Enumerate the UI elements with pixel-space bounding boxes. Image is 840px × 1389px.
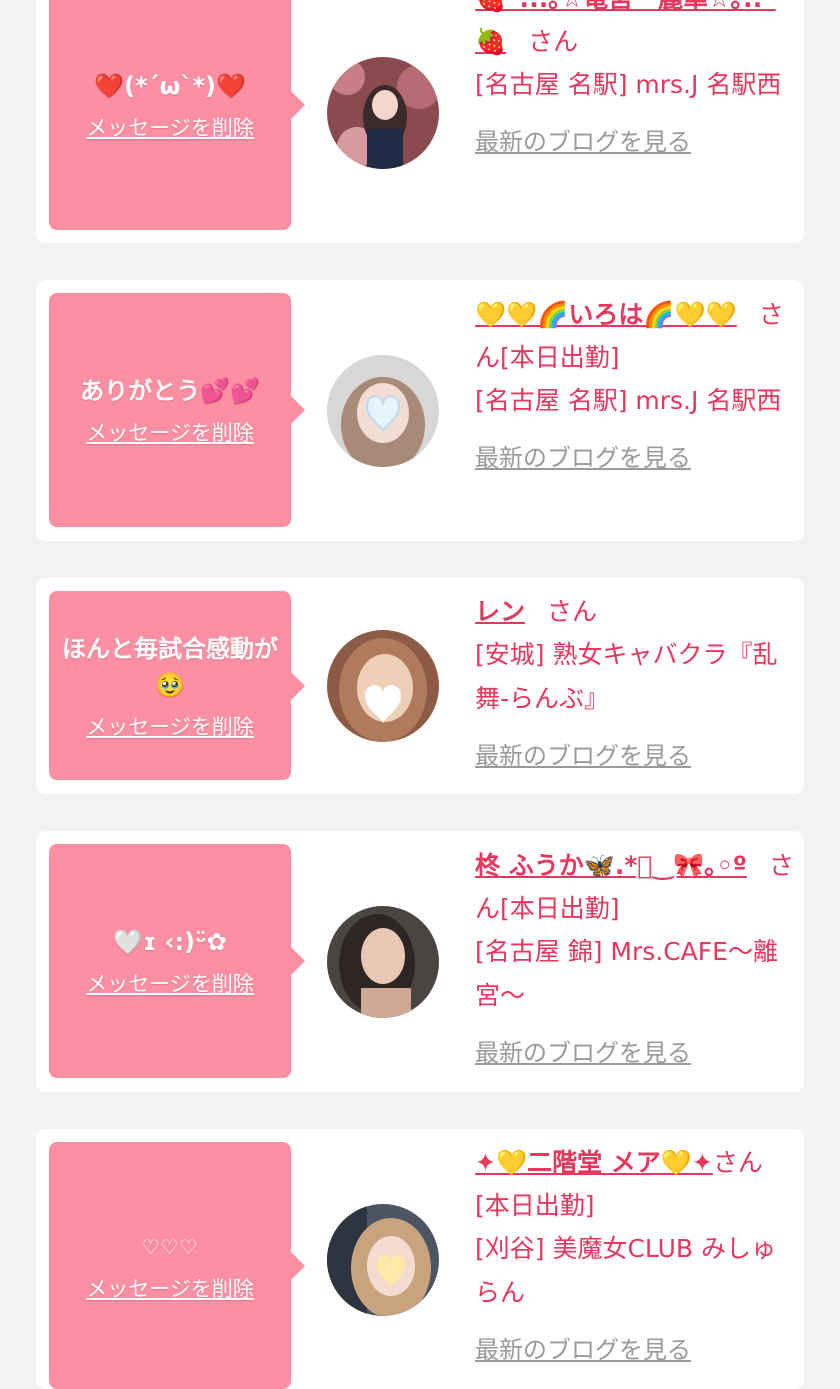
- message-card: ♡♡♡ メッセージを削除 ✦💛二階堂 メア💛✦さん [本日出勤] [刈谷] 美魔女…: [36, 1129, 804, 1389]
- working-today-badge: [本日出勤]: [475, 1191, 595, 1220]
- avatar[interactable]: [327, 355, 439, 467]
- message-text: ありがとう💕💕: [80, 377, 260, 405]
- honorific: さん: [528, 27, 579, 56]
- cast-info: ✦💛二階堂 メア💛✦さん [本日出勤] [刈谷] 美魔女CLUB みしゅらん 最新…: [475, 1141, 797, 1372]
- avatar[interactable]: [327, 57, 439, 169]
- cast-name-link[interactable]: 🍓*:..｡☆竜宮 麗華☆｡.:*🍓: [475, 0, 776, 56]
- message-bubble: ♡♡♡ メッセージを削除: [49, 1142, 305, 1389]
- cast-name-link[interactable]: レン: [475, 597, 525, 626]
- honorific: さん: [712, 1148, 763, 1177]
- cast-name-link[interactable]: 💛💛🌈いろは🌈💛💛: [475, 300, 737, 329]
- message-bubble: ありがとう💕💕 メッセージを削除: [49, 293, 305, 527]
- avatar[interactable]: [327, 630, 439, 742]
- latest-blog-link[interactable]: 最新のブログを見る: [475, 1329, 691, 1372]
- latest-blog-link[interactable]: 最新のブログを見る: [475, 437, 691, 480]
- cast-info: 🍓*:..｡☆竜宮 麗華☆｡.:*🍓さん [名古屋 名駅] mrs.J 名駅西 …: [475, 0, 797, 164]
- avatar[interactable]: [327, 1204, 439, 1316]
- delete-message-link[interactable]: メッセージを削除: [86, 1273, 254, 1303]
- message-card: ありがとう💕💕 メッセージを削除 💛💛🌈いろは🌈💛💛 さん[本日出勤] [名古屋 …: [36, 280, 804, 541]
- delete-message-link[interactable]: メッセージを削除: [86, 112, 254, 142]
- cast-name-link[interactable]: ✦💛二階堂 メア💛✦: [475, 1148, 713, 1177]
- honorific: さん: [547, 597, 598, 626]
- message-bubble: 🤍ɪ ‹:)ᵕ̈✿ メッセージを削除: [49, 844, 305, 1078]
- latest-blog-link[interactable]: 最新のブログを見る: [475, 121, 691, 164]
- cast-info: 柊 ふうか🦋.*ﾟ‿🎀｡◦º さん[本日出勤] [名古屋 錦] Mrs.CAFE〜…: [475, 844, 797, 1075]
- message-text: ほんと毎試合感動が🥹: [62, 634, 278, 699]
- message-bubble: ほんと毎試合感動が🥹 メッセージを削除: [49, 591, 305, 780]
- cast-info: レン さん [安城] 熟女キャバクラ『乱舞-らんぶ』 最新のブログを見る: [475, 590, 797, 778]
- delete-message-link[interactable]: メッセージを削除: [86, 711, 254, 741]
- delete-message-link[interactable]: メッセージを削除: [86, 417, 254, 447]
- message-text: 🤍ɪ ‹:)ᵕ̈✿: [113, 928, 227, 956]
- working-today-badge: [本日出勤]: [500, 894, 620, 923]
- working-today-badge: [本日出勤]: [500, 343, 620, 372]
- message-card: 🤍ɪ ‹:)ᵕ̈✿ メッセージを削除 柊 ふうか🦋.*ﾟ‿🎀｡◦º さん[本日出勤…: [36, 831, 804, 1092]
- latest-blog-link[interactable]: 最新のブログを見る: [475, 735, 691, 778]
- message-text: ♡♡♡: [141, 1234, 199, 1259]
- message-card: ほんと毎試合感動が🥹 メッセージを削除 レン さん [安城] 熟女キャバクラ『乱舞…: [36, 578, 804, 794]
- message-bubble: ❤️(*´ω`*)❤️ メッセージを削除: [49, 0, 305, 230]
- message-card: ❤️(*´ω`*)❤️ メッセージを削除 🍓*:..｡☆竜宮 麗華☆｡.:*🍓さ…: [36, 0, 804, 243]
- shop-name: [名古屋 名駅] mrs.J 名駅西: [475, 70, 782, 99]
- cast-name-link[interactable]: 柊 ふうか🦋.*ﾟ‿🎀｡◦º: [475, 851, 747, 880]
- latest-blog-link[interactable]: 最新のブログを見る: [475, 1032, 691, 1075]
- shop-name: [名古屋 名駅] mrs.J 名駅西: [475, 386, 782, 415]
- delete-message-link[interactable]: メッセージを削除: [86, 968, 254, 998]
- message-text: ❤️(*´ω`*)❤️: [94, 72, 246, 100]
- cast-info: 💛💛🌈いろは🌈💛💛 さん[本日出勤] [名古屋 名駅] mrs.J 名駅西 最新の…: [475, 293, 797, 480]
- avatar[interactable]: [327, 906, 439, 1018]
- shop-name: [安城] 熟女キャバクラ『乱舞-らんぶ』: [475, 640, 778, 713]
- shop-name: [名古屋 錦] Mrs.CAFE〜離宮〜: [475, 937, 778, 1010]
- shop-name: [刈谷] 美魔女CLUB みしゅらん: [475, 1234, 776, 1307]
